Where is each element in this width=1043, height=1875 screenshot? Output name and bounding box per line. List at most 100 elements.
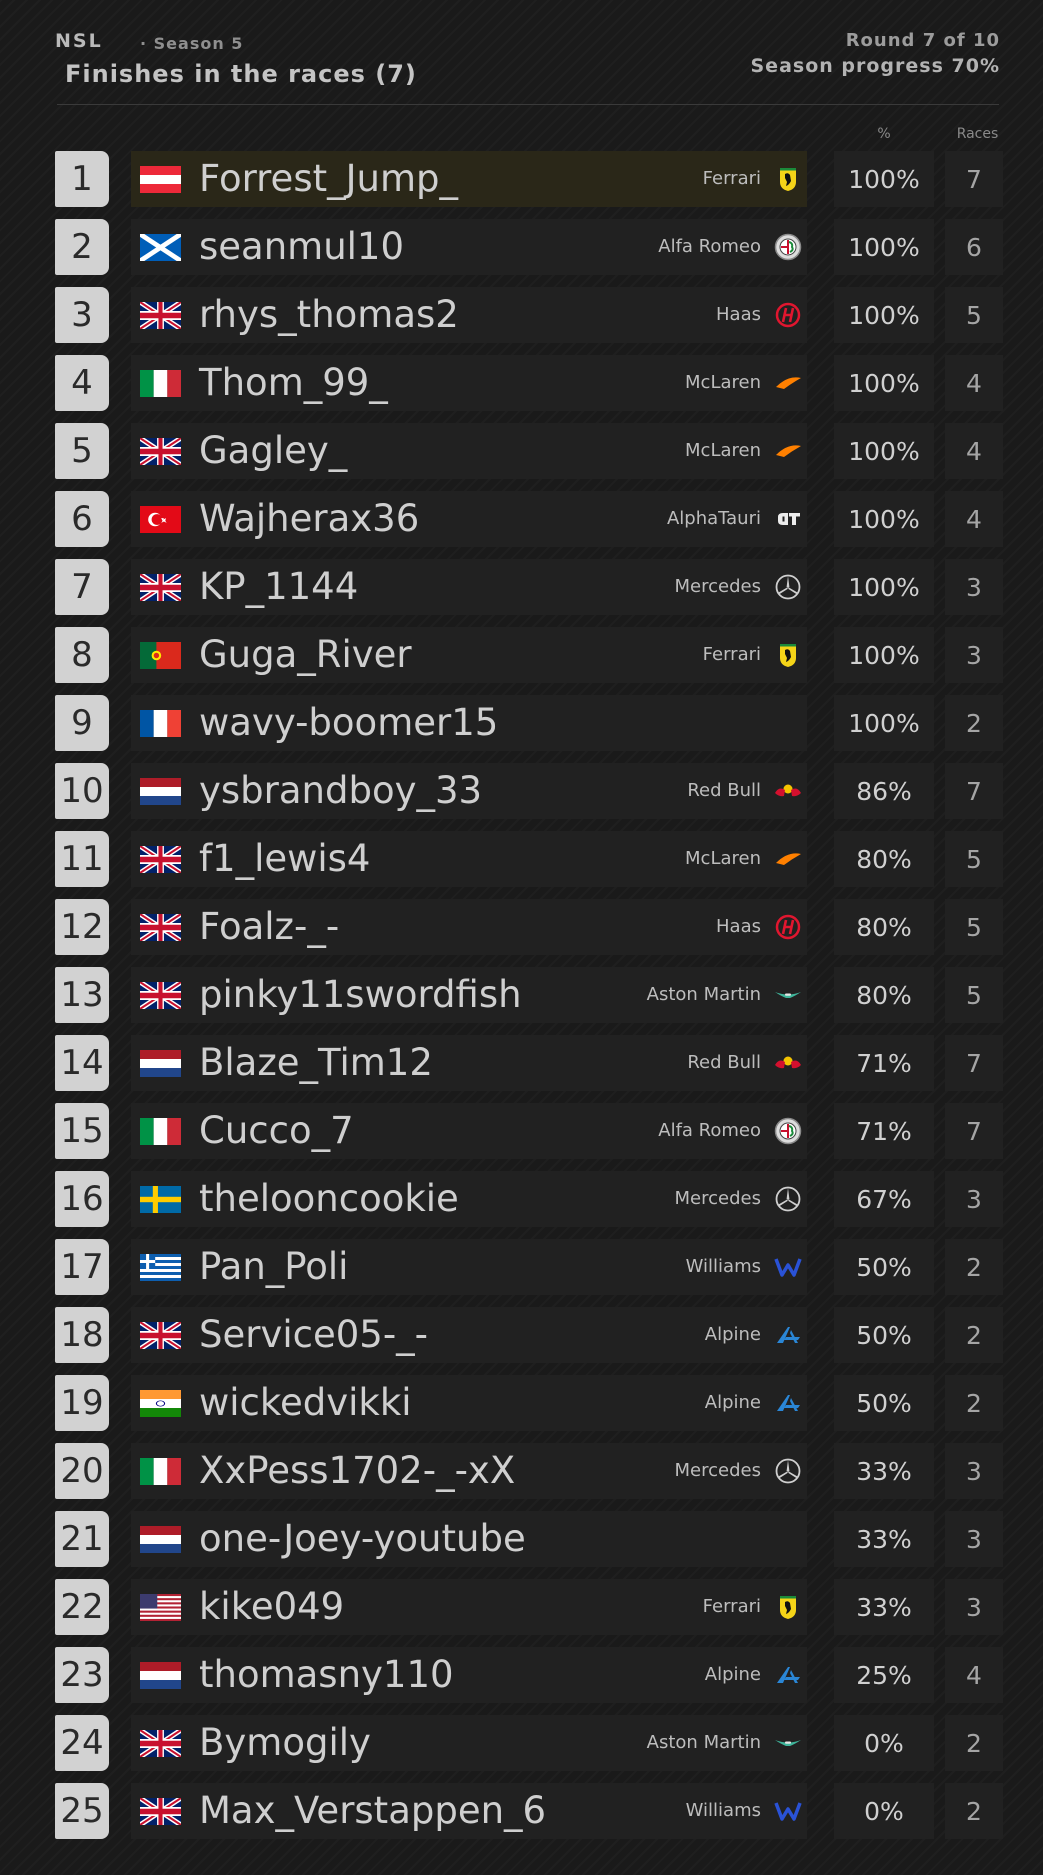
round-indicator: Round 7 of 10 [845,30,1000,51]
driver-card: Gagley_ McLaren [131,423,807,479]
driver-name: wickedvikki [199,1381,412,1424]
finish-percentage: 71% [834,1103,934,1159]
races-count: 3 [945,559,1003,615]
position-badge: 6 [55,491,109,547]
standings-row: 24 Bymogily Aston Martin 0% 2 [0,1712,1043,1780]
team-name: Mercedes [674,1460,761,1481]
driver-name: rhys_thomas2 [199,293,459,336]
driver-card: Cucco_7 Alfa Romeo [131,1103,807,1159]
driver-name: thomasny110 [199,1653,454,1696]
driver-card: Blaze_Tim12 Red Bull [131,1035,807,1091]
driver-name: XxPess1702-_-xX [199,1449,516,1492]
driver-name: Wajherax36 [199,497,420,540]
position-badge: 2 [55,219,109,275]
header-divider [57,104,999,105]
flag-netherlands-icon [140,778,181,805]
flag-usa-icon [140,1594,181,1621]
team-name: Mercedes [674,1188,761,1209]
flag-uk-icon [140,914,181,941]
finish-percentage: 50% [834,1307,934,1363]
flag-uk-icon [140,846,181,873]
driver-card: thelooncookie Mercedes [131,1171,807,1227]
finish-percentage: 100% [834,423,934,479]
races-count: 7 [945,1103,1003,1159]
driver-card: Bymogily Aston Martin [131,1715,807,1771]
driver-name: thelooncookie [199,1177,459,1220]
standings-row: 8 Guga_River Ferrari 100% 3 [0,624,1043,692]
finish-percentage: 33% [834,1511,934,1567]
driver-name: kike049 [199,1585,345,1628]
flag-netherlands-icon [140,1662,181,1689]
driver-card: Thom_99_ McLaren [131,355,807,411]
driver-card: kike049 Ferrari [131,1579,807,1635]
driver-card: one-Joey-youtube [131,1511,807,1567]
team-name: Alpine [704,1392,761,1413]
driver-card: rhys_thomas2 Haas [131,287,807,343]
flag-italy-icon [140,370,181,397]
position-badge: 15 [55,1103,109,1159]
driver-card: Service05-_- Alpine [131,1307,807,1363]
races-count: 4 [945,1647,1003,1703]
driver-name: Pan_Poli [199,1245,349,1288]
position-badge: 24 [55,1715,109,1771]
team-name: Alfa Romeo [658,1120,761,1141]
flag-portugal-icon [140,642,181,669]
driver-name: wavy-boomer15 [199,701,499,744]
haas-logo-icon [774,913,802,941]
flag-uk-icon [140,1730,181,1757]
driver-name: Blaze_Tim12 [199,1041,433,1084]
driver-name: Gagley_ [199,429,348,472]
races-count: 2 [945,1239,1003,1295]
flag-turkey-icon [140,506,181,533]
races-count: 3 [945,1171,1003,1227]
standings-row: 14 Blaze_Tim12 Red Bull 71% 7 [0,1032,1043,1100]
team-name: Williams [685,1800,761,1821]
finish-percentage: 100% [834,627,934,683]
mclaren-logo-icon [774,845,802,873]
haas-logo-icon [774,301,802,329]
header: NSL · Season 5 Finishes in the races (7)… [0,0,1043,110]
standings-row: 17 Pan_Poli Williams 50% 2 [0,1236,1043,1304]
position-badge: 25 [55,1783,109,1839]
team-name: Aston Martin [646,1732,761,1753]
standings-row: 19 wickedvikki Alpine 50% 2 [0,1372,1043,1440]
driver-card: wavy-boomer15 [131,695,807,751]
flag-india-icon [140,1390,181,1417]
flag-italy-icon [140,1118,181,1145]
position-badge: 12 [55,899,109,955]
finish-percentage: 67% [834,1171,934,1227]
races-count: 6 [945,219,1003,275]
races-count: 5 [945,831,1003,887]
flag-netherlands-icon [140,1050,181,1077]
position-badge: 13 [55,967,109,1023]
finish-percentage: 0% [834,1715,934,1771]
standings-row: 11 f1_lewis4 McLaren 80% 5 [0,828,1043,896]
standings-row: 12 Foalz-_- Haas 80% 5 [0,896,1043,964]
team-name: McLaren [685,372,761,393]
team-name: Haas [716,304,761,325]
position-badge: 14 [55,1035,109,1091]
ferrari-logo-icon [774,1593,802,1621]
flag-scotland-icon [140,234,181,261]
position-badge: 9 [55,695,109,751]
finish-percentage: 80% [834,899,934,955]
mercedes-logo-icon [774,1457,802,1485]
races-count: 2 [945,1783,1003,1839]
position-badge: 19 [55,1375,109,1431]
driver-name: Thom_99_ [199,361,388,404]
team-name: Red Bull [687,1052,761,1073]
team-name: Ferrari [702,168,761,189]
finish-percentage: 71% [834,1035,934,1091]
team-name: McLaren [685,848,761,869]
driver-name: Bymogily [199,1721,371,1764]
driver-card: Forrest_Jump_ Ferrari [131,151,807,207]
page-title: Finishes in the races (7) [65,60,417,88]
driver-name: Max_Verstappen_6 [199,1789,547,1832]
races-count: 5 [945,287,1003,343]
team-name: Alfa Romeo [658,236,761,257]
driver-card: Foalz-_- Haas [131,899,807,955]
finish-percentage: 100% [834,287,934,343]
driver-card: wickedvikki Alpine [131,1375,807,1431]
position-badge: 20 [55,1443,109,1499]
mercedes-logo-icon [774,573,802,601]
